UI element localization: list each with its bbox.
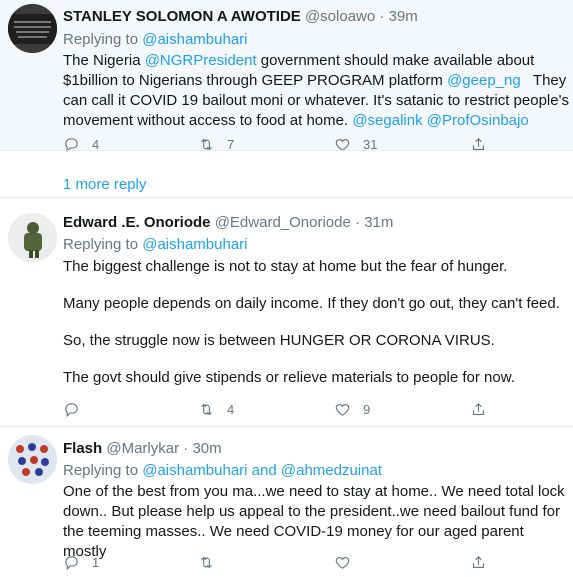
mention-link[interactable]: @aishambuhari bbox=[142, 462, 247, 479]
replying-to: Replying to @aishambuhari bbox=[63, 235, 569, 255]
replying-to-label: Replying to bbox=[63, 462, 143, 479]
timestamp[interactable]: 30m bbox=[192, 440, 221, 457]
share-icon bbox=[472, 403, 485, 416]
separator: · bbox=[183, 440, 189, 457]
mention-link[interactable]: @geep_ng bbox=[447, 72, 521, 89]
display-name[interactable]: STANLEY SOLOMON A AWOTIDE bbox=[63, 8, 301, 25]
mention-link[interactable]: @aishambuhari bbox=[142, 31, 247, 48]
avatar-soloawo[interactable] bbox=[8, 4, 57, 53]
separator: · bbox=[355, 214, 361, 231]
text: movement without access to food at home. bbox=[63, 112, 353, 129]
replying-to: Replying to @aishambuhari bbox=[63, 30, 569, 50]
retweet-icon bbox=[201, 403, 212, 416]
tweet-header: STANLEY SOLOMON A AWOTIDE @soloawo · 39m bbox=[63, 7, 569, 27]
and-text: and bbox=[247, 462, 281, 479]
mention-link[interactable]: @NGRPresident bbox=[145, 52, 257, 69]
avatar-image bbox=[9, 214, 56, 261]
like-button[interactable] bbox=[334, 554, 351, 571]
tweet-text: The biggest challenge is not to stay at … bbox=[63, 257, 569, 388]
reply-button[interactable] bbox=[63, 401, 92, 418]
retweet-count: 4 bbox=[227, 402, 235, 417]
replying-to-label: Replying to bbox=[63, 236, 143, 253]
tweet-text: One of the best from you ma...we need to… bbox=[63, 482, 569, 562]
paragraph: The govt should give stipends or relieve… bbox=[63, 369, 515, 386]
share-button[interactable] bbox=[470, 401, 487, 418]
tweet-actions: 1 bbox=[63, 554, 523, 574]
tweet-actions: 4 9 bbox=[63, 401, 523, 421]
avatar-edward[interactable] bbox=[8, 213, 57, 262]
tweet-edward[interactable]: Edward .E. Onoriode @Edward_Onoriode · 3… bbox=[0, 203, 573, 426]
retweet-icon bbox=[201, 556, 212, 569]
tweet-soloawo[interactable]: STANLEY SOLOMON A AWOTIDE @soloawo · 39m… bbox=[0, 0, 573, 153]
text: They bbox=[520, 72, 567, 89]
user-handle[interactable]: @Edward_Onoriode bbox=[215, 214, 351, 231]
mention-link[interactable]: @ProfOsinbajo bbox=[427, 112, 529, 129]
more-reply-link[interactable]: 1 more reply bbox=[63, 176, 146, 193]
replying-to: Replying to @aishambuhari and @ahmedzuin… bbox=[63, 461, 569, 481]
user-handle[interactable]: @Marlykar bbox=[106, 440, 179, 457]
more-replies-row: 1 more reply bbox=[0, 150, 573, 198]
paragraph: The biggest challenge is not to stay at … bbox=[63, 258, 508, 275]
tweet-header: Flash @Marlykar · 30m bbox=[63, 439, 569, 459]
tweet-flash[interactable]: Flash @Marlykar · 30m Replying to @aisha… bbox=[0, 427, 573, 577]
reply-count: 1 bbox=[92, 555, 100, 570]
share-icon bbox=[472, 556, 485, 569]
avatar-image bbox=[8, 435, 57, 484]
like-button[interactable]: 9 bbox=[334, 401, 370, 418]
paragraph: So, the struggle now is between HUNGER O… bbox=[63, 332, 495, 349]
heart-icon bbox=[335, 403, 350, 416]
mention-link[interactable]: @ahmedzuinat bbox=[281, 462, 382, 479]
text: government should make available about bbox=[256, 52, 535, 69]
tweet-text: The Nigeria @NGRPresident government sho… bbox=[63, 51, 569, 131]
user-handle[interactable]: @soloawo bbox=[305, 8, 375, 25]
display-name[interactable]: Flash bbox=[63, 440, 102, 457]
text-line: One of the best from you ma...we need to… bbox=[63, 483, 565, 500]
mention-link[interactable]: @aishambuhari bbox=[142, 236, 247, 253]
timestamp[interactable]: 39m bbox=[389, 8, 418, 25]
separator: · bbox=[379, 8, 385, 25]
display-name[interactable]: Edward .E. Onoriode bbox=[63, 214, 211, 231]
like-count: 9 bbox=[363, 402, 371, 417]
tweet-header: Edward .E. Onoriode @Edward_Onoriode · 3… bbox=[63, 213, 569, 233]
paragraph: Many people depends on daily income. If … bbox=[63, 295, 560, 312]
avatar-flash[interactable] bbox=[8, 435, 57, 484]
avatar-image bbox=[8, 4, 57, 53]
retweet-button[interactable]: 4 bbox=[198, 401, 234, 418]
text: can call it COVID 19 bailout moni or wha… bbox=[63, 92, 569, 109]
heart-icon bbox=[335, 556, 350, 569]
text-line: down.. But please help us appeal to the … bbox=[63, 503, 561, 520]
reply-icon bbox=[65, 403, 78, 418]
timestamp[interactable]: 31m bbox=[364, 214, 393, 231]
share-button[interactable] bbox=[470, 554, 487, 571]
text: $1billion to Nigerians through GEEP PROG… bbox=[63, 72, 448, 89]
retweet-button[interactable] bbox=[198, 554, 215, 571]
text: The Nigeria bbox=[63, 52, 145, 69]
replying-to-label: Replying to bbox=[63, 31, 143, 48]
reply-icon bbox=[65, 556, 78, 571]
mention-link[interactable]: @segalink bbox=[352, 112, 422, 129]
reply-button[interactable]: 1 bbox=[63, 554, 99, 571]
